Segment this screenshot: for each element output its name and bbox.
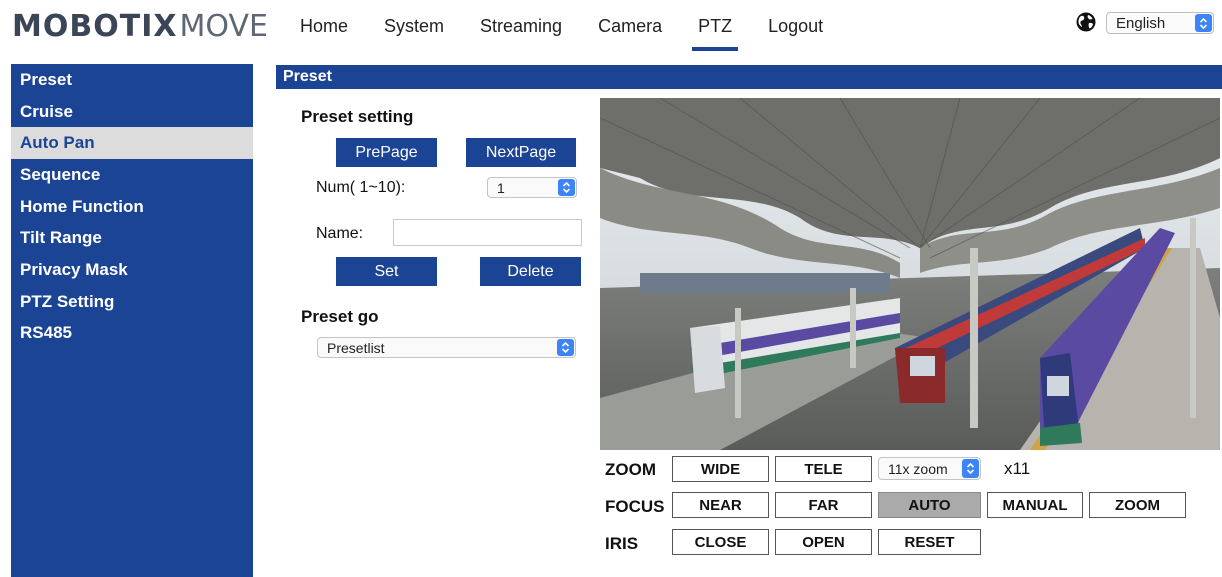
sidebar-item-preset[interactable]: Preset	[11, 64, 253, 96]
presetlist-select-value: Presetlist	[327, 339, 385, 356]
nav-ptz-label: PTZ	[698, 15, 733, 36]
nextpage-button[interactable]: NextPage	[466, 138, 576, 167]
logo-text-secondary: MOVE	[179, 8, 268, 44]
iris-open-button[interactable]: OPEN	[775, 529, 872, 555]
nav-camera[interactable]: Camera	[580, 0, 680, 52]
sidebar-item-ptz-setting[interactable]: PTZ Setting	[11, 286, 253, 318]
sidebar-item-label: Cruise	[20, 101, 73, 121]
set-button[interactable]: Set	[336, 257, 437, 286]
zoom-tele-button[interactable]: TELE	[775, 456, 872, 482]
sidebar-item-label: Sequence	[20, 164, 101, 184]
nav-home[interactable]: Home	[282, 0, 366, 52]
language-select-value: English	[1116, 14, 1166, 32]
focus-auto-button[interactable]: AUTO	[878, 492, 981, 518]
section-title: Preset	[283, 68, 332, 85]
nav-logout-label: Logout	[768, 15, 824, 36]
num-select-value: 1	[497, 179, 505, 196]
zoom-level-select-value: 11x zoom	[888, 460, 948, 477]
delete-button[interactable]: Delete	[480, 257, 581, 286]
preset-go-heading: Preset go	[301, 307, 379, 326]
preset-setting-heading: Preset setting	[301, 107, 414, 126]
zoom-value: x11	[1004, 459, 1031, 478]
chevron-updown-icon	[1195, 14, 1212, 32]
sidebar-item-label: Auto Pan	[20, 133, 95, 153]
name-label: Name:	[316, 225, 364, 242]
sidebar-item-auto-pan[interactable]: Auto Pan	[11, 127, 253, 160]
language-select[interactable]: English	[1106, 12, 1214, 34]
focus-zoom-button[interactable]: ZOOM	[1089, 492, 1186, 518]
sidebar-item-sequence[interactable]: Sequence	[11, 159, 253, 191]
iris-label: IRIS	[605, 534, 639, 553]
sidebar-item-label: Preset	[20, 69, 72, 89]
prepage-button[interactable]: PrePage	[336, 138, 437, 167]
sidebar-item-label: RS485	[20, 323, 72, 343]
section-title-bar: Preset	[276, 65, 1222, 89]
sidebar-item-tilt-range[interactable]: Tilt Range	[11, 222, 253, 254]
focus-far-button[interactable]: FAR	[775, 492, 872, 518]
zoom-level-select[interactable]: 11x zoom	[878, 457, 981, 480]
globe-icon	[1076, 12, 1096, 32]
nav-ptz[interactable]: PTZ	[680, 0, 750, 52]
num-select[interactable]: 1	[487, 177, 577, 198]
name-input[interactable]	[393, 219, 582, 246]
focus-label: FOCUS	[605, 497, 665, 516]
iris-close-button[interactable]: CLOSE	[672, 529, 769, 555]
sidebar: Preset Cruise Auto Pan Sequence Home Fun…	[11, 64, 253, 577]
sidebar-item-label: Privacy Mask	[20, 259, 128, 279]
sidebar-item-label: Tilt Range	[20, 228, 102, 248]
sidebar-item-rs485[interactable]: RS485	[11, 318, 253, 350]
sidebar-item-cruise[interactable]: Cruise	[11, 96, 253, 128]
nav-system[interactable]: System	[366, 0, 462, 52]
nav-home-label: Home	[300, 15, 349, 36]
nav-system-label: System	[384, 15, 445, 36]
logo-text-primary: MOBOTIX	[12, 8, 178, 44]
sidebar-item-home-function[interactable]: Home Function	[11, 191, 253, 223]
camera-image	[600, 98, 1220, 450]
sidebar-item-privacy-mask[interactable]: Privacy Mask	[11, 254, 253, 286]
nav-streaming-label: Streaming	[480, 15, 563, 36]
num-label: Num( 1~10):	[316, 179, 406, 196]
nav-logout[interactable]: Logout	[750, 0, 841, 52]
zoom-wide-button[interactable]: WIDE	[672, 456, 769, 482]
focus-near-button[interactable]: NEAR	[672, 492, 769, 518]
chevron-updown-icon	[557, 339, 574, 356]
zoom-label: ZOOM	[605, 460, 656, 479]
iris-reset-button[interactable]: RESET	[878, 529, 981, 555]
nav-streaming[interactable]: Streaming	[462, 0, 580, 52]
nav-camera-label: Camera	[598, 15, 663, 36]
sidebar-item-label: PTZ Setting	[20, 291, 115, 311]
focus-manual-button[interactable]: MANUAL	[987, 492, 1083, 518]
chevron-updown-icon	[962, 459, 979, 478]
top-nav: Home System Streaming Camera PTZ Logout	[282, 0, 841, 52]
presetlist-select[interactable]: Presetlist	[317, 337, 576, 358]
camera-live-view[interactable]	[600, 98, 1220, 450]
sidebar-item-label: Home Function	[20, 196, 144, 216]
mobotix-move-logo: MOBOTIX MOVE	[12, 6, 268, 46]
chevron-updown-icon	[558, 179, 575, 196]
